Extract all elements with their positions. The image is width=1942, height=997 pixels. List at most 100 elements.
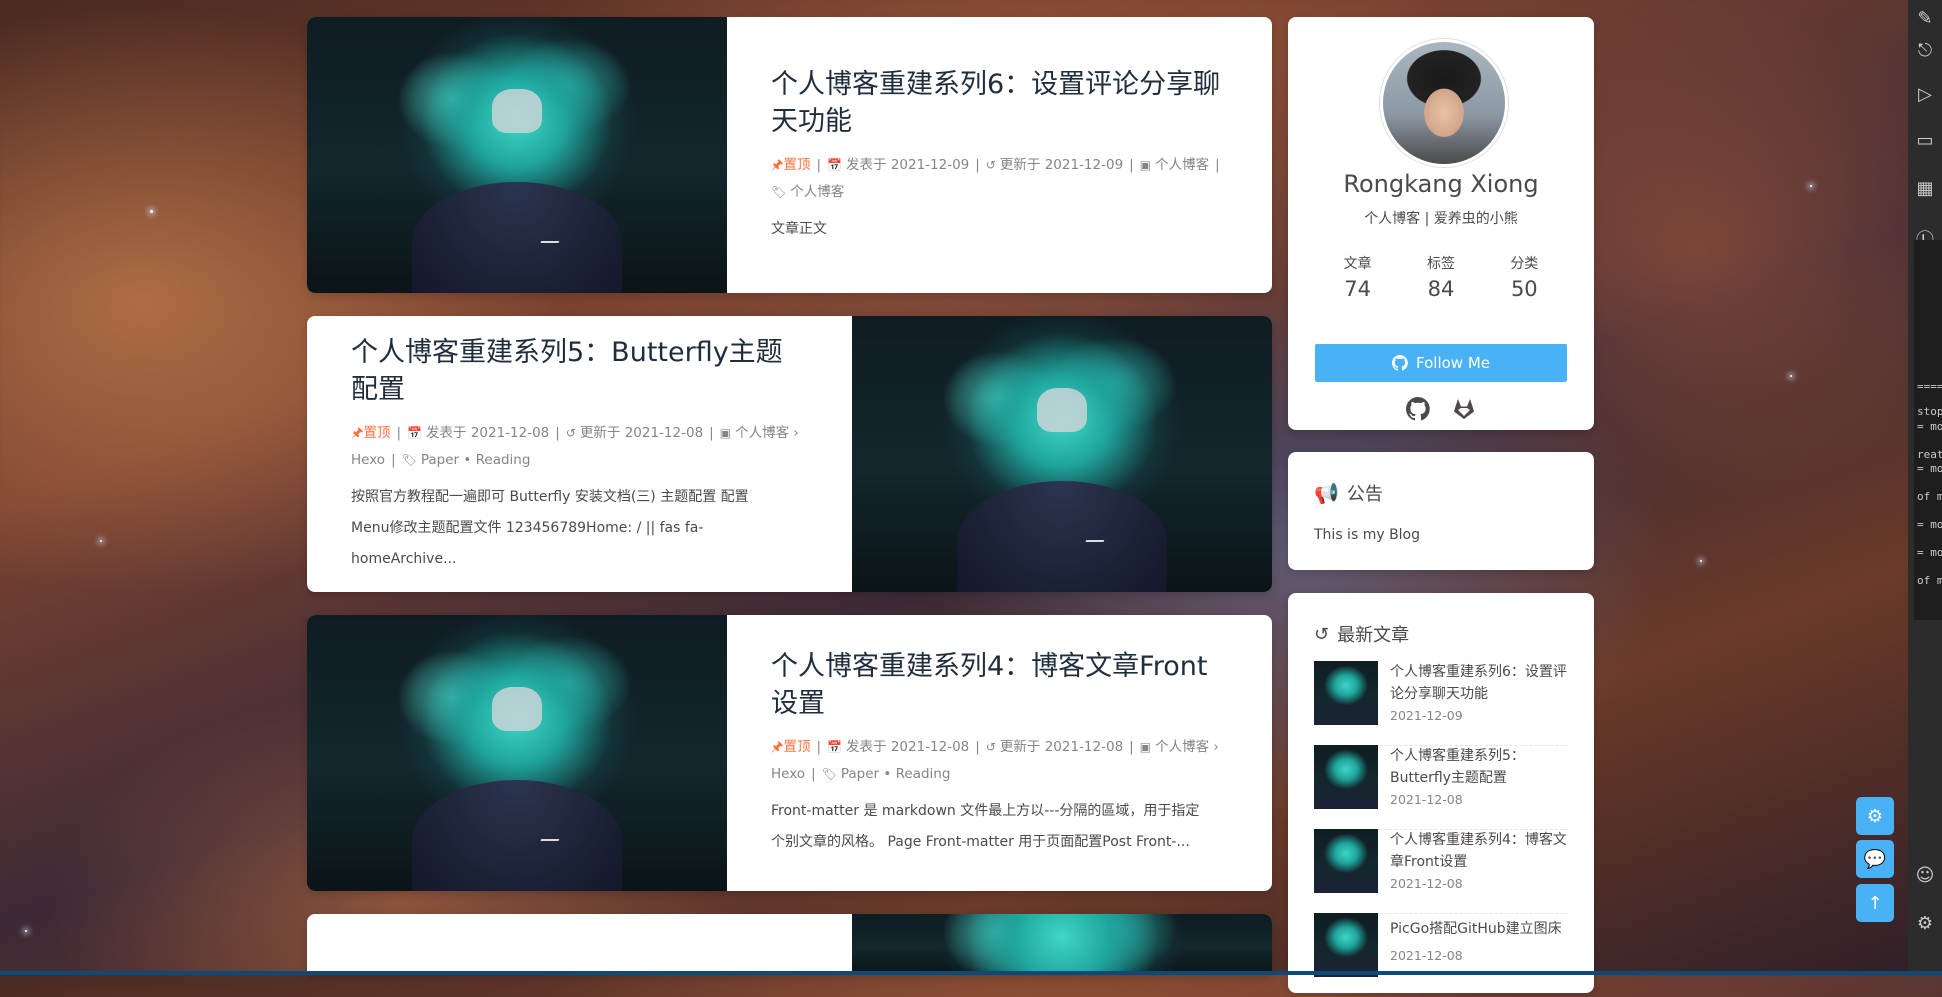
- stat-label: 分类: [1510, 256, 1539, 272]
- gitlab-icon[interactable]: [1452, 397, 1476, 421]
- post-subcategory[interactable]: Hexo: [771, 766, 805, 782]
- background-star: [1790, 375, 1792, 377]
- chevron-right-icon: ›: [793, 424, 799, 441]
- terminal-line: stop: [1917, 405, 1942, 418]
- post-tags[interactable]: Paper • Reading: [421, 452, 531, 468]
- terminal-line: = mod: [1917, 518, 1942, 531]
- github-icon: [1392, 355, 1408, 371]
- recent-posts-card: ↺ 最新文章 个人博客重建系列6：设置评论分享聊天功能 2021-12-09 个…: [1288, 593, 1594, 993]
- background-star: [150, 210, 153, 213]
- post-card[interactable]: 个人博客重建系列6：设置评论分享聊天功能 🖈置顶 | 📅 发表于 2021-12-09…: [307, 17, 1272, 293]
- chat-button[interactable]: 💬: [1856, 840, 1894, 878]
- cover-figure: [1036, 387, 1088, 432]
- post-info: 个人博客重建系列5：Butterfly主题配置 🖈置顶 | 📅 发表于 2021-12…: [307, 316, 852, 592]
- cover-figure: [540, 833, 562, 842]
- recent-post-title[interactable]: 个人博客重建系列6：设置评论分享聊天功能: [1390, 661, 1568, 705]
- tag-icon: 🏷: [771, 184, 787, 199]
- stat-articles[interactable]: 文章 74: [1344, 253, 1372, 301]
- stat-value: 50: [1510, 277, 1538, 301]
- recent-post-thumbnail[interactable]: [1314, 745, 1378, 809]
- post-subcategory[interactable]: Hexo: [351, 452, 385, 468]
- source-control-icon[interactable]: ⎋: [1914, 40, 1936, 62]
- updated-label: 更新于: [999, 739, 1041, 755]
- settings-button[interactable]: ⚙: [1856, 797, 1894, 835]
- inbox-icon: ▣: [719, 425, 732, 440]
- gear-icon[interactable]: ⚙: [1914, 913, 1936, 935]
- updated-date: 2021-12-09: [1044, 156, 1124, 173]
- remote-icon[interactable]: ▭: [1914, 130, 1936, 152]
- published-label: 发表于: [846, 739, 887, 755]
- recent-post-item[interactable]: 个人博客重建系列5：Butterfly主题配置 2021-12-08: [1314, 745, 1568, 830]
- post-cover-image[interactable]: [307, 17, 727, 293]
- debug-icon[interactable]: ▷: [1914, 84, 1936, 106]
- cover-figure: [491, 88, 543, 133]
- published-date: 2021-12-08: [890, 739, 970, 755]
- calendar-icon: 📅: [827, 740, 843, 754]
- updated-date: 2021-12-08: [624, 424, 704, 441]
- gear-icon: ⚙: [1866, 805, 1884, 827]
- pin-icon: 🖈: [351, 424, 364, 441]
- published-date: 2021-12-09: [890, 156, 970, 173]
- author-name: Rongkang Xiong: [1343, 170, 1539, 198]
- history-icon: ↺: [985, 740, 996, 754]
- excerpt-line: 个别文章的风格。 Page Front-matter 用于页面配置Post Fr…: [771, 834, 1190, 850]
- recent-post-item[interactable]: 个人博客重建系列6：设置评论分享聊天功能 2021-12-09: [1314, 661, 1568, 746]
- post-cover-image[interactable]: [852, 914, 1272, 975]
- post-excerpt: 文章正文: [771, 220, 827, 237]
- post-title[interactable]: 个人博客重建系列4：博客文章Front设置: [771, 648, 1228, 722]
- recent-post-title[interactable]: 个人博客重建系列5：Butterfly主题配置: [1390, 745, 1568, 789]
- post-category[interactable]: 个人博客: [1155, 739, 1209, 755]
- updated-label: 更新于: [579, 424, 621, 441]
- recent-post-title[interactable]: 个人博客重建系列4：博客文章Front设置: [1390, 829, 1568, 873]
- edit-icon[interactable]: ✎: [1914, 8, 1936, 30]
- avatar[interactable]: [1380, 39, 1508, 167]
- announcement-title: 公告: [1346, 484, 1383, 505]
- recent-post-item[interactable]: PicGo搭配GitHub建立图床 2021-12-08: [1314, 913, 1568, 997]
- terminal-line: = mod: [1917, 546, 1942, 559]
- post-tags[interactable]: 个人博客: [790, 184, 844, 200]
- post-category[interactable]: 个人博客: [735, 425, 789, 441]
- updated-label: 更新于: [999, 156, 1041, 173]
- post-tags[interactable]: Paper • Reading: [841, 766, 951, 782]
- pin-icon: 🖈: [771, 156, 784, 173]
- terminal-line: ====: [1917, 380, 1942, 393]
- post-cover-image[interactable]: [307, 615, 727, 891]
- stat-categories[interactable]: 分类 50: [1510, 253, 1538, 301]
- post-card[interactable]: 个人博客重建系列4：博客文章Front设置 🖈置顶 | 📅 发表于 2021-12-0…: [307, 615, 1272, 891]
- back-to-top-button[interactable]: ↑: [1856, 884, 1894, 922]
- tag-icon: 🏷: [401, 452, 417, 467]
- pin-icon: 🖈: [771, 739, 784, 755]
- announcement-text: This is my Blog: [1314, 527, 1421, 543]
- stat-tags[interactable]: 标签 84: [1427, 253, 1455, 301]
- recent-post-thumbnail[interactable]: [1314, 661, 1378, 725]
- history-icon: ↺: [1314, 623, 1330, 645]
- terminal-panel: ==== stop = mod reate = mod of m = mod =…: [1914, 240, 1942, 620]
- recent-post-thumbnail[interactable]: [1314, 829, 1378, 893]
- post-title[interactable]: 个人博客重建系列6：设置评论分享聊天功能: [771, 66, 1228, 140]
- post-info: 个人博客重建系列4：博客文章Front设置 🖈置顶 | 📅 发表于 2021-12-0…: [727, 615, 1272, 891]
- background-star: [25, 930, 27, 932]
- post-title[interactable]: 个人博客重建系列5：Butterfly主题配置: [351, 334, 808, 408]
- recent-post-date: 2021-12-08: [1390, 792, 1463, 807]
- terminal-line: of m: [1917, 574, 1942, 587]
- post-card[interactable]: [307, 914, 1272, 975]
- recent-post-item[interactable]: 个人博客重建系列4：博客文章Front设置 2021-12-08: [1314, 829, 1568, 914]
- tag-icon: 🏷: [821, 767, 837, 781]
- pinned-label: 置顶: [783, 739, 811, 755]
- terminal-line: reate: [1917, 448, 1942, 461]
- account-icon[interactable]: ☺: [1914, 865, 1936, 887]
- post-meta: 🖈置顶 | 📅 发表于 2021-12-08 | ↺ 更新于 2021-12-08 | ▣ 个人博…: [351, 424, 799, 468]
- github-icon[interactable]: [1406, 397, 1430, 421]
- post-card[interactable]: 个人博客重建系列5：Butterfly主题配置 🖈置顶 | 📅 发表于 2021-12…: [307, 316, 1272, 592]
- recent-posts-title: 最新文章: [1337, 625, 1410, 646]
- pinned-label: 置顶: [783, 156, 811, 173]
- post-cover-image[interactable]: [852, 316, 1272, 592]
- recent-post-title[interactable]: PicGo搭配GitHub建立图床: [1390, 918, 1568, 940]
- recent-post-thumbnail[interactable]: [1314, 913, 1378, 977]
- post-category[interactable]: 个人博客: [1155, 157, 1209, 173]
- extensions-icon[interactable]: ▦: [1914, 178, 1936, 200]
- post-info: 个人博客重建系列6：设置评论分享聊天功能 🖈置顶 | 📅 发表于 2021-12-09…: [727, 17, 1272, 293]
- published-label: 发表于: [426, 424, 467, 441]
- stat-label: 标签: [1426, 256, 1455, 272]
- follow-me-button[interactable]: Follow Me: [1315, 344, 1567, 382]
